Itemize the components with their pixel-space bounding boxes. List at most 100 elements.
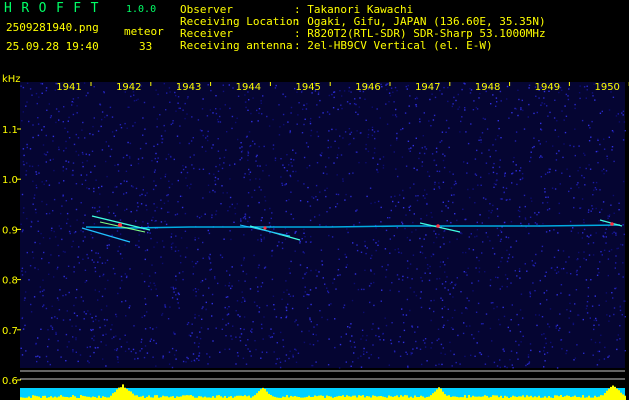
noise-speck xyxy=(469,196,471,199)
noise-speck xyxy=(241,157,243,159)
noise-speck xyxy=(344,199,346,201)
noise-speck xyxy=(142,221,144,223)
noise-speck xyxy=(527,116,529,118)
noise-speck xyxy=(309,205,312,207)
noise-speck xyxy=(451,105,453,108)
noise-speck xyxy=(88,361,90,364)
noise-speck xyxy=(436,339,438,342)
noise-speck xyxy=(506,366,508,369)
noise-speck xyxy=(604,346,606,349)
noise-speck xyxy=(466,172,468,174)
noise-speck xyxy=(106,244,108,247)
noise-speck xyxy=(190,140,193,142)
noise-speck xyxy=(560,268,563,270)
noise-speck xyxy=(442,236,444,239)
noise-speck xyxy=(611,232,614,235)
level-bar xyxy=(486,395,488,400)
noise-speck xyxy=(186,171,189,174)
noise-speck xyxy=(446,276,448,278)
noise-speck xyxy=(615,262,617,264)
noise-speck xyxy=(621,314,623,316)
noise-speck xyxy=(293,159,295,161)
noise-speck xyxy=(340,104,342,106)
noise-speck xyxy=(416,169,418,171)
noise-speck xyxy=(266,115,268,118)
noise-speck xyxy=(307,186,309,189)
noise-speck xyxy=(164,173,167,176)
noise-speck xyxy=(177,201,179,203)
noise-speck xyxy=(539,303,542,305)
noise-speck xyxy=(435,236,438,239)
noise-speck xyxy=(579,166,581,169)
level-bar xyxy=(534,396,536,400)
noise-speck xyxy=(538,140,540,142)
noise-speck xyxy=(321,316,323,319)
noise-speck xyxy=(42,279,44,281)
noise-speck xyxy=(173,331,175,333)
noise-speck xyxy=(555,272,558,274)
noise-speck xyxy=(377,200,380,203)
noise-speck xyxy=(518,344,520,346)
noise-speck xyxy=(576,274,578,276)
level-bar xyxy=(520,396,522,400)
noise-speck xyxy=(396,137,398,139)
noise-speck xyxy=(156,241,158,244)
noise-speck xyxy=(149,340,151,342)
noise-speck xyxy=(65,160,67,162)
noise-speck xyxy=(363,347,365,350)
noise-speck xyxy=(613,313,615,316)
noise-speck xyxy=(466,274,468,276)
noise-speck xyxy=(226,308,229,310)
noise-speck xyxy=(222,84,224,86)
level-bar xyxy=(84,396,86,400)
noise-speck xyxy=(48,212,51,215)
noise-speck xyxy=(69,232,71,235)
noise-speck xyxy=(499,366,501,369)
noise-speck xyxy=(201,108,204,110)
noise-speck xyxy=(590,234,592,237)
noise-speck xyxy=(424,346,427,348)
noise-speck xyxy=(285,183,287,185)
noise-speck xyxy=(496,208,499,210)
noise-speck xyxy=(130,211,132,213)
noise-speck xyxy=(500,137,502,139)
noise-speck xyxy=(603,172,605,175)
noise-speck xyxy=(226,314,229,316)
noise-speck xyxy=(608,215,610,218)
noise-speck xyxy=(479,352,481,354)
noise-speck xyxy=(402,314,404,316)
noise-speck xyxy=(303,104,305,106)
noise-speck xyxy=(198,217,201,219)
noise-speck xyxy=(240,218,242,220)
noise-speck xyxy=(311,196,313,198)
noise-speck xyxy=(339,343,342,346)
noise-speck xyxy=(331,236,334,238)
noise-speck xyxy=(163,82,165,85)
noise-speck xyxy=(595,317,597,320)
noise-speck xyxy=(56,268,58,270)
noise-speck xyxy=(622,262,624,264)
noise-speck xyxy=(315,184,318,187)
noise-speck xyxy=(150,338,152,340)
noise-speck xyxy=(45,307,48,310)
noise-speck xyxy=(119,219,122,221)
noise-speck xyxy=(348,86,351,89)
level-bar xyxy=(472,395,474,400)
noise-speck xyxy=(26,101,28,103)
noise-speck xyxy=(168,211,170,213)
noise-speck xyxy=(582,232,584,234)
noise-speck xyxy=(222,192,224,194)
noise-speck xyxy=(447,289,449,291)
noise-speck xyxy=(390,342,393,345)
noise-speck xyxy=(34,241,36,244)
level-bar xyxy=(388,395,390,400)
noise-speck xyxy=(496,101,498,103)
noise-speck xyxy=(447,207,449,209)
noise-speck xyxy=(73,232,76,234)
noise-speck xyxy=(219,121,222,123)
noise-speck xyxy=(522,317,524,319)
noise-speck xyxy=(172,288,175,290)
noise-speck xyxy=(492,204,494,207)
noise-speck xyxy=(297,352,300,354)
noise-speck xyxy=(454,213,456,215)
